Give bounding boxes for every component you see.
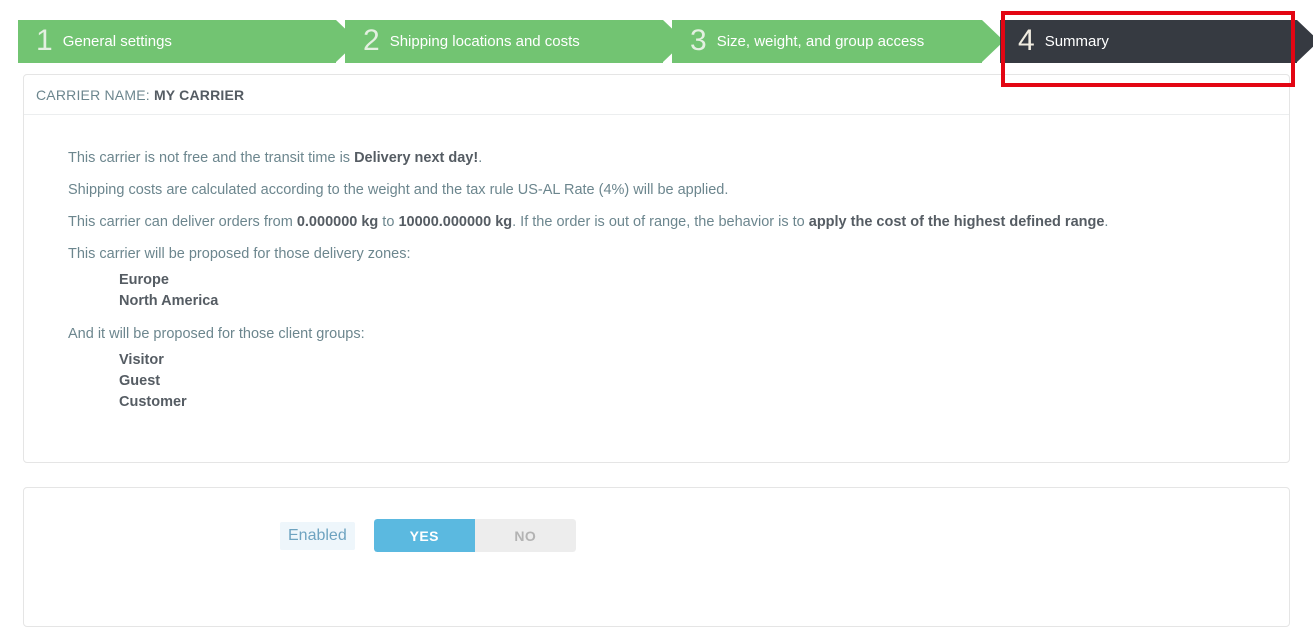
step-number: 4 (1018, 23, 1035, 57)
enabled-toggle[interactable]: YES NO (373, 519, 576, 552)
wizard-step-shipping-locations-and-costs[interactable]: 2 Shipping locations and costs (345, 20, 685, 63)
step-label: Shipping locations and costs (389, 33, 580, 50)
weight-text-mid: to (378, 214, 399, 230)
step-label: Summary (1044, 33, 1109, 50)
carrier-enable-panel: Enabled YES NO (23, 487, 1290, 627)
weight-text-pre: This carrier can deliver orders from (68, 214, 297, 230)
weight-min-value: 0.000000 kg (296, 214, 379, 230)
transit-time-value: Delivery next day! (354, 150, 479, 166)
weight-text-end: . (1104, 214, 1109, 230)
step-number: 1 (36, 23, 53, 57)
wizard-step-size-weight-group-access[interactable]: 3 Size, weight, and group access (672, 20, 1004, 63)
list-item: Visitor (119, 352, 164, 368)
toggle-option-no[interactable]: NO (474, 519, 576, 552)
panel-header: CARRIER NAME: MY CARRIER (24, 75, 1289, 115)
delivery-zones-list: Europe North America (68, 270, 1289, 312)
summary-transit-time-line: This carrier is not free and the transit… (68, 148, 1289, 168)
step-label: Size, weight, and group access (716, 33, 925, 50)
list-item: Customer (119, 394, 187, 410)
step-number: 3 (690, 23, 707, 57)
wizard-step-general-settings[interactable]: 1 General settings (18, 20, 358, 63)
toggle-option-yes[interactable]: YES (373, 519, 475, 552)
transit-text-post: . (478, 150, 483, 166)
summary-zones-intro: This carrier will be proposed for those … (68, 246, 411, 262)
carrier-name-value: MY CARRIER (153, 86, 245, 103)
enabled-switch-row: Enabled YES NO (280, 519, 576, 552)
list-item: Guest (119, 373, 161, 389)
summary-shipping-cost-line: Shipping costs are calculated according … (68, 182, 729, 198)
carrier-name-label: CARRIER NAME: (36, 86, 150, 103)
weight-text-post: . If the order is out of range, the beha… (512, 214, 809, 230)
wizard-step-bar: 1 General settings 2 Shipping locations … (0, 20, 1313, 63)
enabled-label: Enabled (280, 521, 355, 550)
step-label: General settings (62, 33, 172, 50)
summary-weight-range-line: This carrier can deliver orders from 0.0… (68, 212, 1289, 232)
client-groups-list: Visitor Guest Customer (68, 350, 1289, 413)
list-item: North America (119, 293, 219, 309)
weight-max-value: 10000.000000 kg (398, 214, 513, 230)
carrier-name-heading: CARRIER NAME: MY CARRIER (36, 87, 244, 103)
panel-body: This carrier is not free and the transit… (24, 115, 1289, 413)
out-of-range-behavior: apply the cost of the highest defined ra… (808, 214, 1105, 230)
list-item: Europe (119, 272, 169, 288)
wizard-step-summary[interactable]: 4 Summary (1000, 20, 1313, 63)
carrier-summary-panel: CARRIER NAME: MY CARRIER This carrier is… (23, 74, 1290, 463)
step-number: 2 (363, 23, 380, 57)
summary-groups-intro: And it will be proposed for those client… (68, 326, 365, 342)
transit-text-pre: This carrier is not free and the transit… (68, 150, 355, 166)
